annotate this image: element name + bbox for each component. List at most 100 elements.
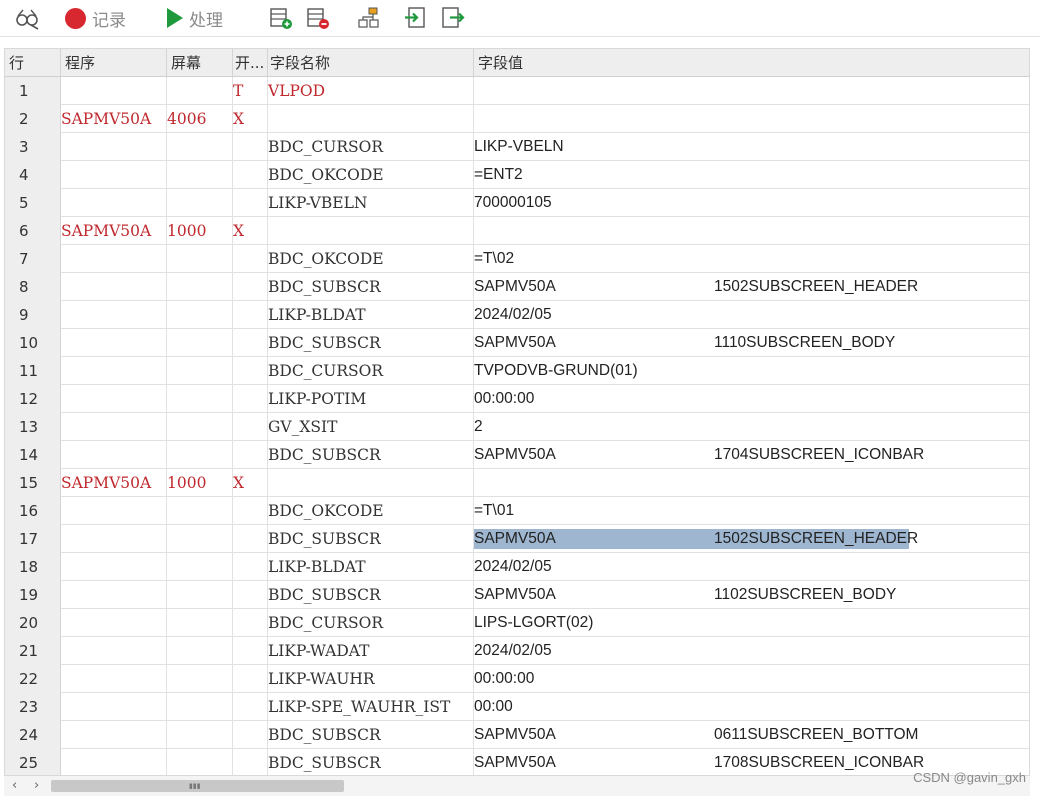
field-value-cell[interactable]: SAPMV50A 1102SUBSCREEN_BODY (474, 581, 1029, 609)
row-number[interactable]: 16 (5, 497, 61, 525)
start-flag-cell[interactable] (233, 329, 268, 357)
row-number[interactable]: 4 (5, 161, 61, 189)
program-cell[interactable]: SAPMV50A (61, 105, 167, 133)
import-button[interactable] (402, 4, 428, 32)
start-flag-cell[interactable] (233, 301, 268, 329)
start-flag-cell[interactable] (233, 385, 268, 413)
screen-cell[interactable] (167, 581, 233, 609)
table-row[interactable]: 20 BDC_CURSOR LIPS-LGORT(02) (5, 609, 1029, 637)
field-name-cell[interactable]: BDC_OKCODE (268, 161, 474, 189)
row-number[interactable]: 8 (5, 273, 61, 301)
field-value-cell[interactable]: 700000105 (474, 189, 1029, 217)
table-row[interactable]: 19 BDC_SUBSCR SAPMV50A 1102SUBSCREEN_BODY (5, 581, 1029, 609)
row-number[interactable]: 13 (5, 413, 61, 441)
field-value-cell[interactable] (474, 105, 1029, 133)
field-name-cell[interactable]: BDC_OKCODE (268, 245, 474, 273)
field-value-cell[interactable]: 00:00:00 (474, 385, 1029, 413)
field-name-cell[interactable]: BDC_SUBSCR (268, 749, 474, 775)
org-chart-button[interactable] (355, 4, 381, 32)
field-value-cell[interactable] (474, 469, 1029, 497)
process-button[interactable]: 处理 (165, 4, 223, 32)
start-flag-cell[interactable] (233, 525, 268, 553)
screen-cell[interactable] (167, 525, 233, 553)
column-header-field-name[interactable]: 字段名称 (268, 49, 474, 77)
screen-cell[interactable]: 1000 (167, 217, 233, 245)
program-cell[interactable] (61, 133, 167, 161)
screen-cell[interactable]: 4006 (167, 105, 233, 133)
field-value-cell[interactable]: SAPMV50A 1704SUBSCREEN_ICONBAR (474, 441, 1029, 469)
table-row[interactable]: 22 LIKP-WAUHR 00:00:00 (5, 665, 1029, 693)
table-row[interactable]: 24 BDC_SUBSCR SAPMV50A 0611SUBSCREEN_BOTTOM (5, 721, 1029, 749)
program-cell[interactable] (61, 721, 167, 749)
column-header-field-value[interactable]: 字段值 (474, 49, 1029, 77)
start-flag-cell[interactable] (233, 441, 268, 469)
field-name-cell[interactable]: BDC_OKCODE (268, 497, 474, 525)
program-cell[interactable] (61, 357, 167, 385)
field-value-cell[interactable]: =T\01 (474, 497, 1029, 525)
row-number[interactable]: 6 (5, 217, 61, 245)
program-cell[interactable] (61, 413, 167, 441)
table-row[interactable]: 1 T VLPOD (5, 77, 1029, 105)
field-name-cell[interactable]: BDC_SUBSCR (268, 525, 474, 553)
record-button[interactable]: 记录 (65, 4, 126, 32)
start-flag-cell[interactable] (233, 245, 268, 273)
field-name-cell[interactable]: BDC_SUBSCR (268, 581, 474, 609)
start-flag-cell[interactable]: T (233, 77, 268, 105)
start-flag-cell[interactable]: X (233, 105, 268, 133)
screen-cell[interactable] (167, 637, 233, 665)
row-number[interactable]: 11 (5, 357, 61, 385)
screen-cell[interactable] (167, 413, 233, 441)
screen-cell[interactable] (167, 497, 233, 525)
column-header-program[interactable]: 程序 (61, 49, 167, 77)
field-name-cell[interactable]: LIKP-POTIM (268, 385, 474, 413)
field-value-cell[interactable]: 2 (474, 413, 1029, 441)
start-flag-cell[interactable] (233, 497, 268, 525)
start-flag-cell[interactable] (233, 189, 268, 217)
screen-cell[interactable] (167, 665, 233, 693)
field-name-cell[interactable]: LIKP-WADAT (268, 637, 474, 665)
field-value-cell[interactable]: LIKP-VBELN (474, 133, 1029, 161)
program-cell[interactable] (61, 609, 167, 637)
field-value-cell[interactable]: =ENT2 (474, 161, 1029, 189)
row-number[interactable]: 12 (5, 385, 61, 413)
screen-cell[interactable] (167, 161, 233, 189)
program-cell[interactable] (61, 553, 167, 581)
field-name-cell[interactable]: LIKP-BLDAT (268, 553, 474, 581)
field-name-cell[interactable]: BDC_SUBSCR (268, 721, 474, 749)
program-cell[interactable] (61, 497, 167, 525)
program-cell[interactable] (61, 525, 167, 553)
display-button[interactable] (14, 4, 40, 32)
row-number[interactable]: 18 (5, 553, 61, 581)
field-name-cell[interactable]: LIKP-VBELN (268, 189, 474, 217)
start-flag-cell[interactable] (233, 273, 268, 301)
row-number[interactable]: 9 (5, 301, 61, 329)
table-row[interactable]: 14 BDC_SUBSCR SAPMV50A 1704SUBSCREEN_ICONBA… (5, 441, 1029, 469)
screen-cell[interactable] (167, 721, 233, 749)
table-row[interactable]: 9 LIKP-BLDAT 2024/02/05 (5, 301, 1029, 329)
row-number[interactable]: 2 (5, 105, 61, 133)
column-header-screen[interactable]: 屏幕 (167, 49, 233, 77)
field-value-cell[interactable]: SAPMV50A 1110SUBSCREEN_BODY (474, 329, 1029, 357)
table-row[interactable]: 23 LIKP-SPE_WAUHR_IST 00:00 (5, 693, 1029, 721)
start-flag-cell[interactable] (233, 581, 268, 609)
screen-cell[interactable] (167, 749, 233, 775)
screen-cell[interactable] (167, 693, 233, 721)
field-value-cell[interactable]: 2024/02/05 (474, 553, 1029, 581)
column-header-row[interactable]: 行 (5, 49, 61, 77)
program-cell[interactable] (61, 161, 167, 189)
row-number[interactable]: 21 (5, 637, 61, 665)
field-value-cell[interactable]: SAPMV50A 1502SUBSCREEN_HEADER (474, 273, 1029, 301)
table-row[interactable]: 13 GV_XSIT 2 (5, 413, 1029, 441)
field-name-cell[interactable] (268, 105, 474, 133)
row-number[interactable]: 7 (5, 245, 61, 273)
field-value-cell[interactable]: SAPMV50A 1502SUBSCREEN_HEADER (474, 525, 1029, 553)
screen-cell[interactable] (167, 609, 233, 637)
table-row[interactable]: 16 BDC_OKCODE =T\01 (5, 497, 1029, 525)
program-cell[interactable] (61, 245, 167, 273)
field-name-cell[interactable]: BDC_SUBSCR (268, 273, 474, 301)
table-row[interactable]: 21 LIKP-WADAT 2024/02/05 (5, 637, 1029, 665)
field-value-cell[interactable]: =T\02 (474, 245, 1029, 273)
screen-cell[interactable] (167, 441, 233, 469)
program-cell[interactable] (61, 189, 167, 217)
field-value-cell[interactable] (474, 217, 1029, 245)
